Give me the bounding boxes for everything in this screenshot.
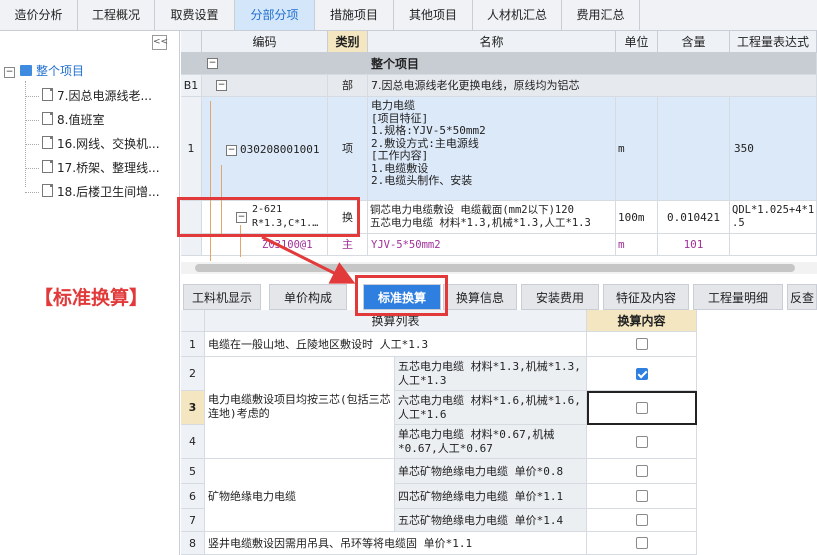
annotation-arrow (261, 235, 356, 284)
